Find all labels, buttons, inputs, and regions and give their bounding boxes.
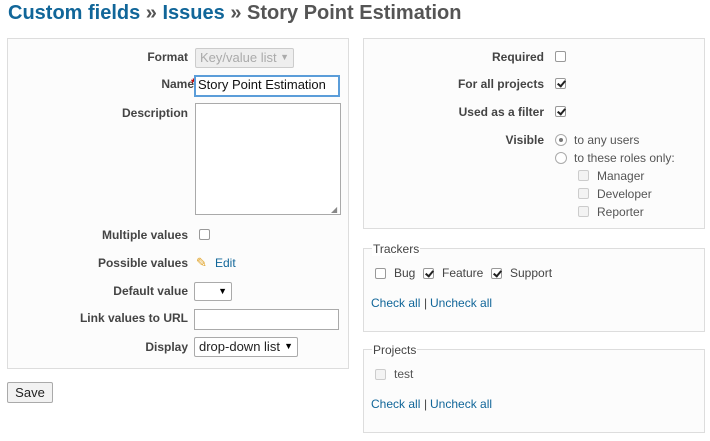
tracker-feature-checkbox[interactable]	[423, 268, 434, 279]
visible-roles-label: to these roles only:	[574, 151, 675, 165]
breadcrumb-current: Story Point Estimation	[247, 2, 462, 24]
chevron-down-icon: ▼	[284, 341, 293, 351]
pencil-icon[interactable]: ✎	[196, 255, 207, 271]
display-select[interactable]: drop-down list ▼	[194, 337, 298, 357]
breadcrumb-separator: »	[224, 2, 248, 24]
custom-field-settings-panel: Format Key/value list ▼ Name * Story Poi…	[7, 38, 349, 369]
chevron-down-icon: ▼	[218, 286, 227, 296]
link-values-label: Link values to URL	[79, 311, 188, 325]
breadcrumb-custom-fields[interactable]: Custom fields	[8, 2, 140, 24]
possible-values-label: Possible values	[97, 256, 188, 270]
name-label: Name	[161, 77, 194, 91]
project-test-label: test	[394, 367, 414, 381]
used-as-filter-label: Used as a filter	[458, 105, 544, 119]
resize-handle-icon[interactable]: ◢	[331, 205, 337, 214]
role-developer-checkbox[interactable]	[578, 188, 589, 199]
trackers-check-all-link[interactable]: Check all	[371, 296, 420, 310]
format-label: Format	[147, 50, 188, 64]
role-manager-checkbox[interactable]	[578, 170, 589, 181]
used-as-filter-checkbox[interactable]	[555, 106, 566, 117]
display-value: drop-down list	[199, 339, 280, 354]
visible-label: Visible	[505, 133, 544, 147]
trackers-legend: Trackers	[372, 242, 421, 256]
role-reporter-checkbox[interactable]	[578, 206, 589, 217]
required-label: Required	[491, 50, 544, 64]
breadcrumb-issues[interactable]: Issues	[163, 2, 225, 24]
chevron-down-icon: ▼	[280, 52, 289, 62]
multiple-values-label: Multiple values	[101, 228, 188, 242]
projects-panel: Projects test Check all | Uncheck all	[363, 343, 705, 433]
role-developer-label: Developer	[597, 187, 652, 201]
projects-uncheck-all-link[interactable]: Uncheck all	[430, 397, 492, 411]
tracker-feature-label: Feature	[442, 266, 484, 280]
trackers-panel: Trackers Bug Feature Support Check all |…	[363, 242, 705, 332]
visible-any-users-label: to any users	[574, 133, 640, 147]
projects-check-all-link[interactable]: Check all	[371, 397, 420, 411]
save-button[interactable]: Save	[7, 382, 53, 403]
tracker-bug-checkbox[interactable]	[375, 268, 386, 279]
tracker-support-label: Support	[510, 266, 553, 280]
description-field[interactable]	[195, 103, 341, 215]
display-label: Display	[145, 340, 188, 354]
format-value: Key/value list	[200, 50, 277, 65]
visible-any-users-radio[interactable]	[555, 134, 567, 146]
for-all-projects-label: For all projects	[457, 77, 544, 91]
project-test-checkbox[interactable]	[375, 369, 386, 380]
tracker-support-checkbox[interactable]	[491, 268, 502, 279]
visible-roles-radio[interactable]	[555, 152, 567, 164]
tracker-bug-label: Bug	[394, 266, 416, 280]
role-manager-label: Manager	[597, 169, 645, 183]
multiple-values-checkbox[interactable]	[199, 229, 210, 240]
format-select[interactable]: Key/value list ▼	[195, 48, 294, 68]
name-field[interactable]: Story Point Estimation	[194, 75, 340, 97]
visibility-settings-panel: Required For all projects Used as a filt…	[363, 38, 705, 229]
role-reporter-label: Reporter	[597, 205, 644, 219]
page-title: Custom fields » Issues » Story Point Est…	[8, 2, 461, 25]
edit-possible-values-link[interactable]: Edit	[215, 256, 236, 270]
trackers-uncheck-all-link[interactable]: Uncheck all	[430, 296, 492, 310]
link-separator: |	[424, 397, 428, 411]
for-all-projects-checkbox[interactable]	[555, 78, 566, 89]
link-values-field[interactable]	[194, 309, 339, 330]
projects-legend: Projects	[372, 343, 418, 357]
link-separator: |	[424, 296, 428, 310]
default-value-label: Default value	[113, 284, 188, 298]
required-checkbox[interactable]	[555, 51, 566, 62]
breadcrumb-separator: »	[140, 2, 163, 24]
description-label: Description	[121, 106, 188, 120]
default-value-select[interactable]: ▼	[194, 282, 232, 301]
